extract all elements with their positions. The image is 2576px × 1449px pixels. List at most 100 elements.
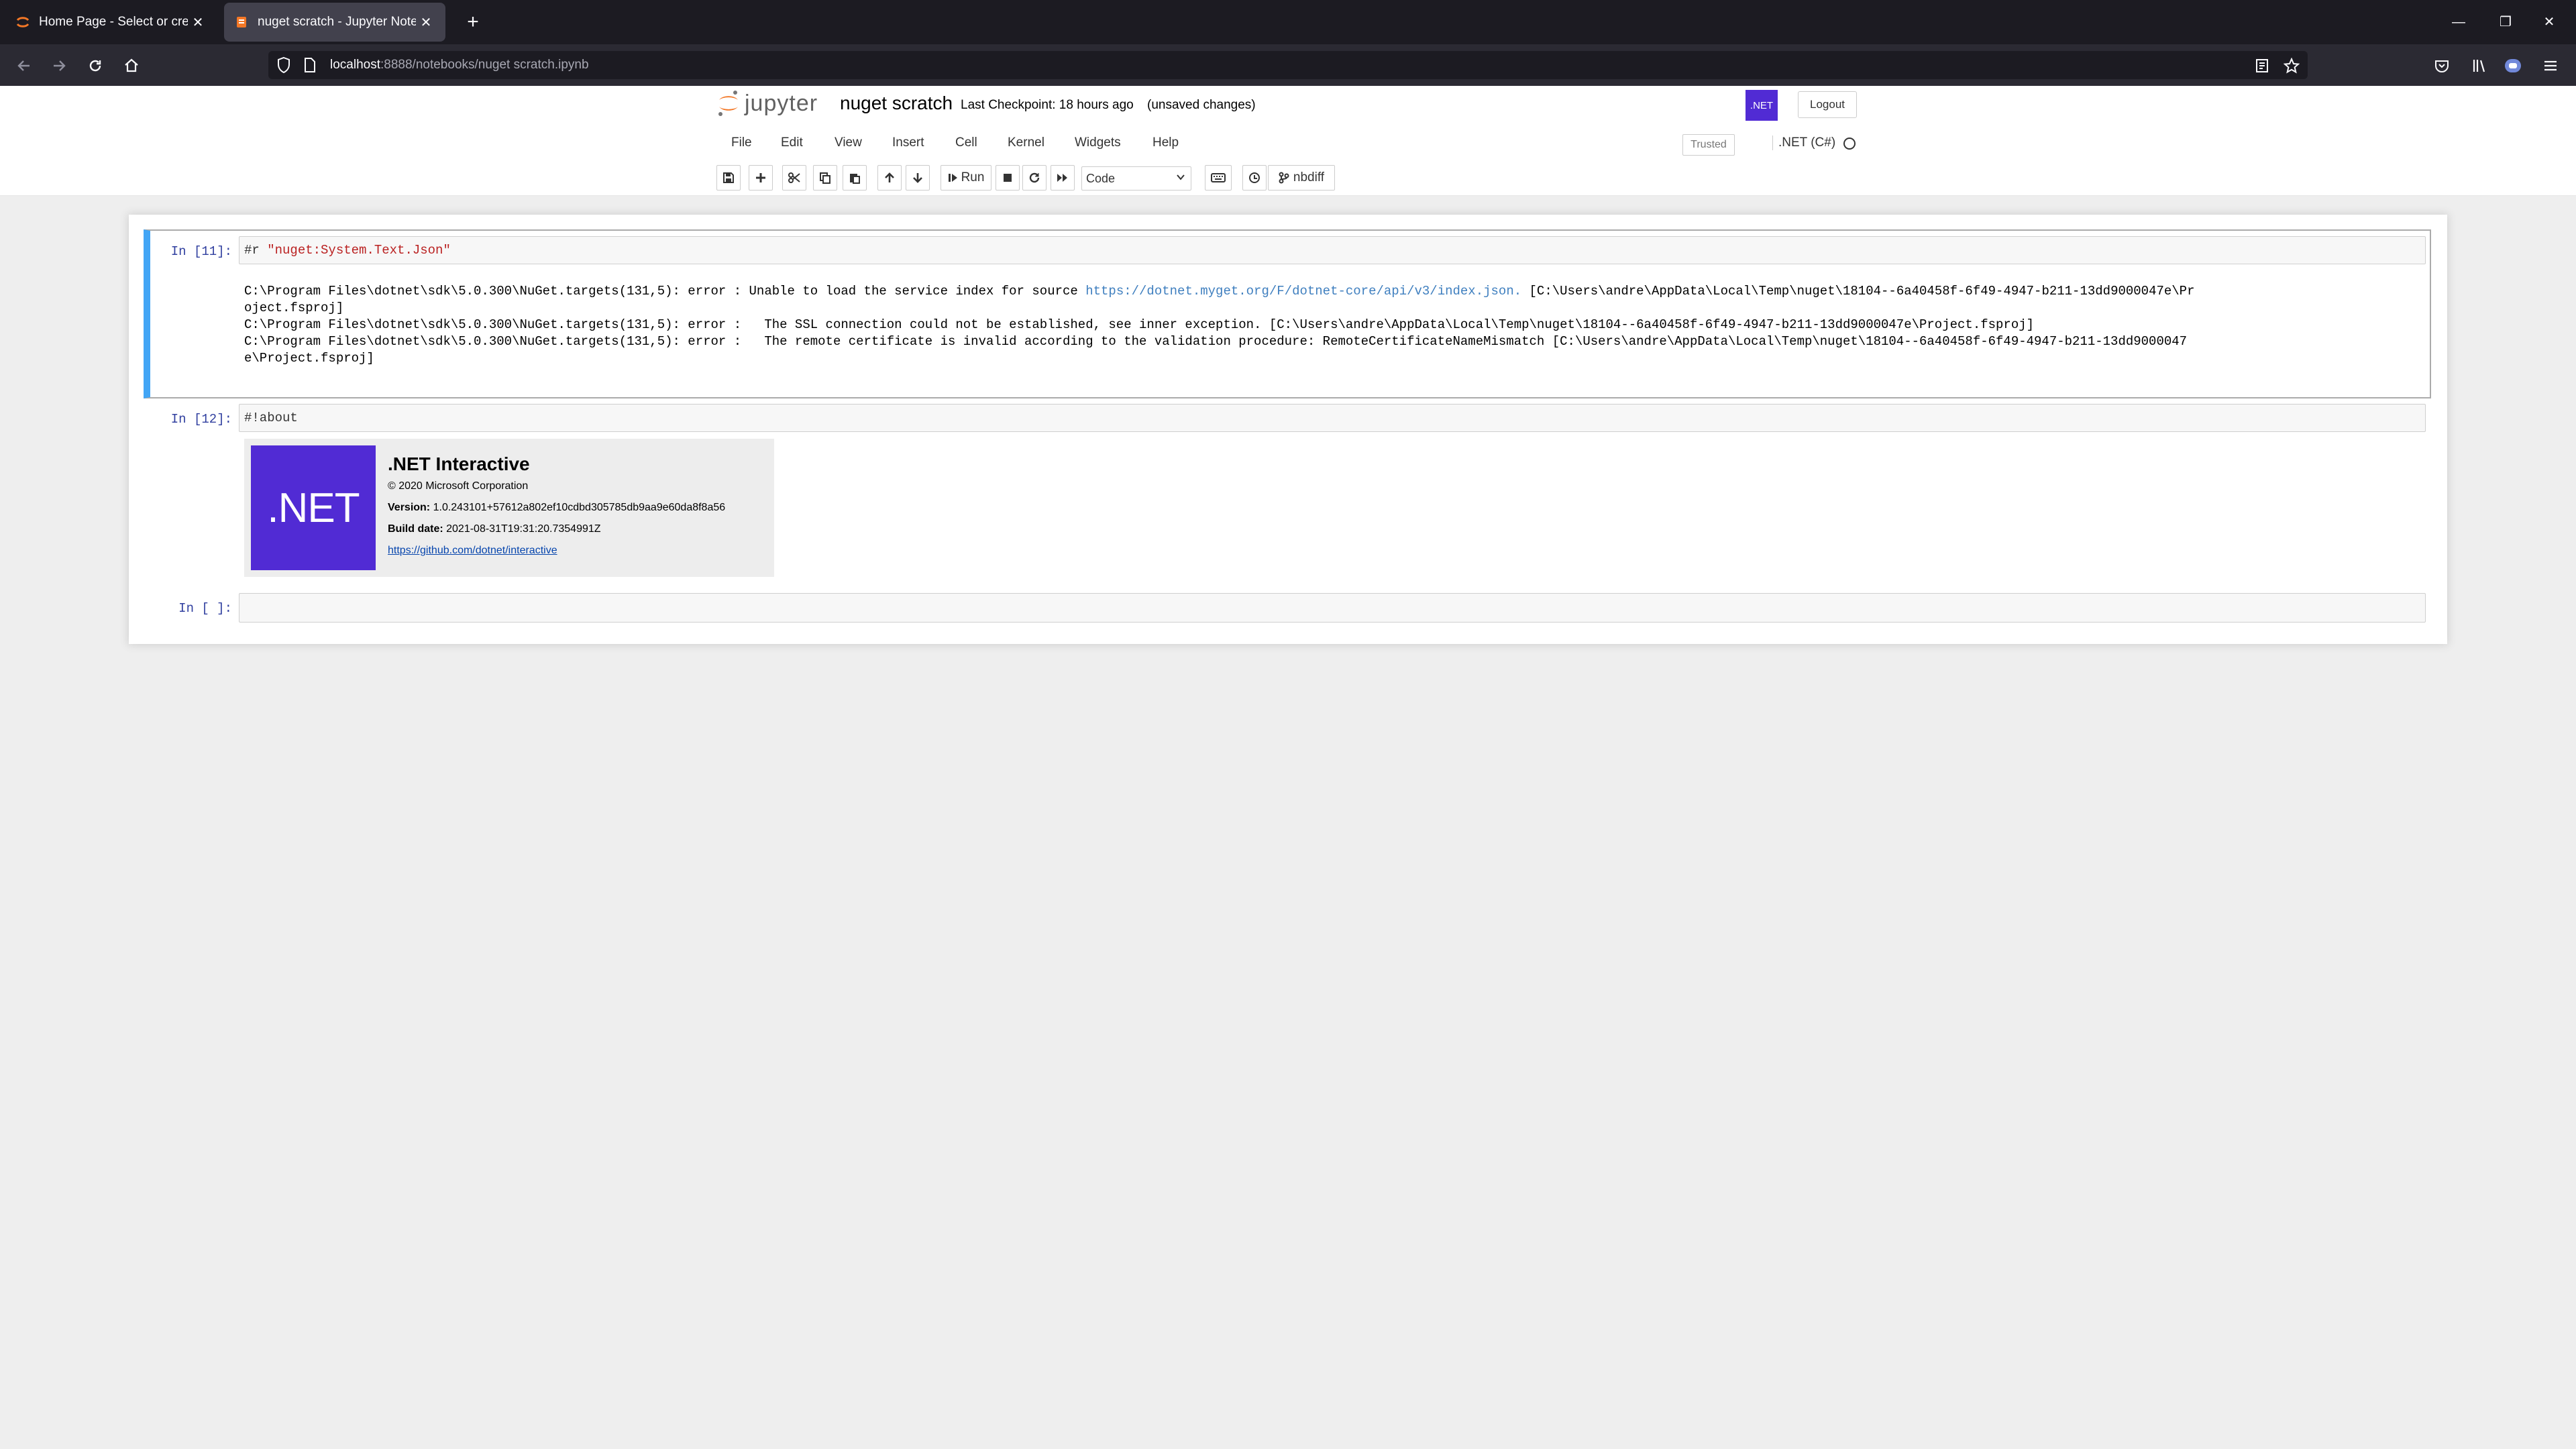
notebook-favicon-icon — [233, 14, 250, 30]
hamburger-menu-icon[interactable] — [2537, 52, 2564, 79]
page-info-icon[interactable] — [303, 56, 318, 74]
cell-type-value: Code — [1086, 171, 1116, 185]
library-icon[interactable] — [2466, 52, 2493, 79]
git-icon — [1279, 172, 1289, 184]
code-source[interactable]: #r "nuget:System.Text.Json" — [244, 243, 451, 258]
reader-view-icon[interactable] — [2249, 52, 2275, 79]
plus-icon — [756, 173, 765, 182]
about-github-link[interactable]: https://github.com/dotnet/interactive — [388, 545, 557, 557]
empty-code-input[interactable] — [239, 593, 2426, 623]
about-copyright: © 2020 Microsoft Corporation — [388, 480, 529, 492]
unsaved-changes: (unsaved changes) — [1147, 98, 1256, 112]
history-icon — [1249, 172, 1260, 183]
input-prompt: In [ ]: — [178, 601, 232, 616]
dotnet-logo: .NET — [251, 445, 376, 570]
copy-icon — [820, 172, 830, 184]
interrupt-kernel-button[interactable] — [996, 165, 1020, 191]
save-icon — [723, 172, 734, 183]
tab-close-icon[interactable]: ✕ — [188, 14, 208, 31]
cell-type-select[interactable]: Code — [1081, 166, 1191, 191]
move-down-button[interactable] — [906, 165, 930, 191]
history-button[interactable] — [1242, 165, 1267, 191]
menu-view[interactable]: View — [835, 136, 862, 150]
tracking-shield-icon[interactable] — [276, 56, 292, 74]
url-host: localhost — [330, 58, 380, 72]
version-value: 1.0.243101+57612a802ef10cdbd305785db9aa9… — [433, 502, 726, 513]
menu-kernel[interactable]: Kernel — [1008, 136, 1044, 150]
code-input-area[interactable] — [239, 236, 2426, 264]
arrow-down-icon — [913, 173, 922, 183]
tab-title: Home Page - Select or create a — [39, 15, 188, 29]
tab-title: nuget scratch - Jupyter Noteb — [258, 15, 416, 29]
restart-run-all-button[interactable] — [1051, 165, 1075, 191]
menu-help[interactable]: Help — [1152, 136, 1179, 150]
cut-button[interactable] — [782, 165, 806, 191]
paste-icon — [850, 174, 860, 184]
tab-nuget-scratch[interactable]: nuget scratch - Jupyter Noteb ✕ — [224, 3, 445, 42]
menu-file[interactable]: File — [731, 136, 752, 150]
build-date-value: 2021-08-31T19:31:20.7354991Z — [446, 523, 601, 535]
restart-icon — [1029, 172, 1040, 183]
stop-icon — [1004, 174, 1012, 182]
jupyter-logo-icon — [718, 91, 738, 116]
fast-forward-icon — [1057, 174, 1067, 182]
extension-icon[interactable] — [2500, 52, 2526, 79]
new-tab-button[interactable]: + — [462, 8, 484, 36]
notebook-name[interactable]: nuget scratch — [840, 93, 953, 114]
browser-tab-bar: Home Page - Select or create a ✕ nuget s… — [0, 0, 2576, 44]
output-line: C:\Program Files\dotnet\sdk\5.0.300\NuGe… — [244, 283, 2195, 300]
jupyter-favicon-icon — [15, 14, 31, 30]
keyboard-icon — [1211, 173, 1226, 182]
output-line: C:\Program Files\dotnet\sdk\5.0.300\NuGe… — [244, 317, 2035, 332]
code-source[interactable]: #!about — [244, 411, 298, 425]
arrow-up-icon — [885, 172, 894, 182]
menu-edit[interactable]: Edit — [781, 136, 803, 150]
command-palette-button[interactable] — [1205, 165, 1232, 191]
output-link[interactable]: https://dotnet.myget.org/F/dotnet-core/a… — [1085, 284, 1521, 299]
input-prompt: In [11]: — [170, 244, 232, 259]
jupyter-logo-text: jupyter — [745, 90, 818, 116]
jupyter-logo[interactable]: jupyter — [716, 90, 818, 117]
insert-cell-button[interactable] — [749, 165, 773, 191]
trusted-indicator[interactable]: Trusted — [1682, 134, 1735, 156]
output-line: C:\Program Files\dotnet\sdk\5.0.300\NuGe… — [244, 334, 2188, 349]
input-prompt: In [12]: — [170, 412, 232, 427]
restart-kernel-button[interactable] — [1022, 165, 1046, 191]
tab-home-page[interactable]: Home Page - Select or create a ✕ — [5, 3, 217, 42]
step-forward-icon — [948, 174, 957, 182]
code-directive: #r — [244, 243, 268, 258]
last-checkpoint: Last Checkpoint: 18 hours ago — [961, 98, 1134, 112]
forward-arrow-icon[interactable] — [46, 52, 72, 79]
kernel-idle-icon — [1843, 138, 1856, 150]
run-button[interactable]: Run — [941, 165, 991, 191]
code-input-area[interactable] — [239, 404, 2426, 432]
kernel-name[interactable]: .NET (C#) — [1772, 136, 1835, 150]
about-title: .NET Interactive — [388, 453, 530, 474]
output-line: e\Project.fsproj] — [244, 351, 374, 366]
code-string: "nuget:System.Text.Json" — [267, 243, 451, 258]
version-label: Version: — [388, 502, 431, 513]
output-line: oject.fsproj] — [244, 301, 344, 315]
close-window-button[interactable]: ✕ — [2522, 0, 2576, 44]
reload-icon[interactable] — [82, 52, 109, 79]
tab-close-icon[interactable]: ✕ — [416, 14, 436, 31]
bookmark-star-icon[interactable] — [2278, 52, 2305, 79]
logout-button[interactable]: Logout — [1798, 91, 1857, 118]
save-button[interactable] — [716, 165, 741, 191]
menu-cell[interactable]: Cell — [955, 136, 977, 150]
pocket-icon[interactable] — [2428, 52, 2455, 79]
output-text: [C:\Users\andre\AppData\Local\Temp\nuget… — [1521, 284, 2195, 299]
copy-button[interactable] — [813, 165, 837, 191]
url-text[interactable]: localhost:8888/notebooks/nuget scratch.i… — [330, 56, 589, 74]
back-arrow-icon[interactable] — [11, 52, 38, 79]
menu-widgets[interactable]: Widgets — [1075, 136, 1121, 150]
nbdiff-button[interactable]: nbdiff — [1268, 165, 1335, 191]
about-build-date: Build date: 2021-08-31T19:31:20.7354991Z — [388, 523, 601, 535]
home-icon[interactable] — [118, 52, 145, 79]
run-label: Run — [961, 170, 985, 184]
menu-insert[interactable]: Insert — [892, 136, 924, 150]
menu-bar — [0, 127, 2576, 158]
move-up-button[interactable] — [877, 165, 902, 191]
nbdiff-label: nbdiff — [1293, 170, 1325, 184]
paste-button[interactable] — [843, 165, 867, 191]
